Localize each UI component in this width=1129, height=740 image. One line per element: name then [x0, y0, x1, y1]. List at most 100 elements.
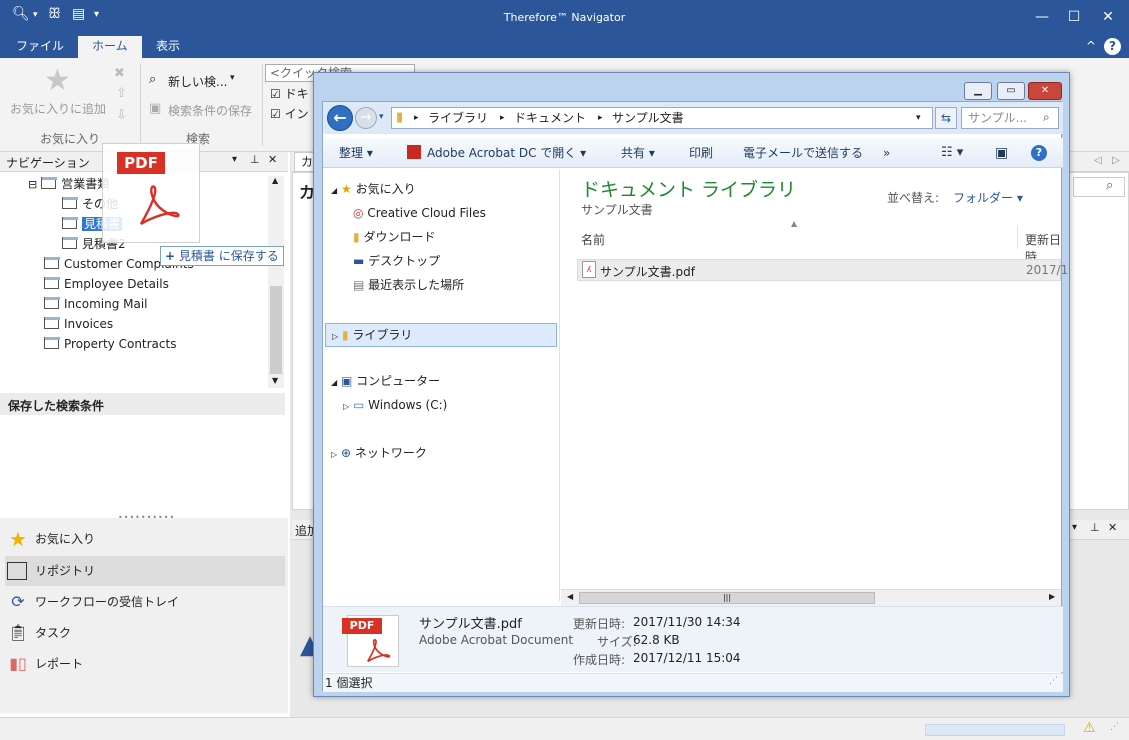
forward-button[interactable]: → — [355, 107, 377, 129]
save-search-button[interactable]: 検索条件の保存 — [168, 102, 252, 119]
close-button[interactable]: ✕ — [1094, 6, 1122, 28]
tree-item-sales-docs[interactable]: ⊟ 営業書類 — [28, 174, 109, 194]
nav-creative-cloud[interactable]: ◎ Creative Cloud Files — [353, 203, 486, 223]
expanded-icon[interactable]: ◢ — [331, 378, 337, 387]
expanded-icon[interactable]: ◢ — [331, 186, 337, 195]
workflow-icon: ⟳ — [11, 592, 25, 611]
collapse-ribbon-icon[interactable]: ^ — [1086, 39, 1096, 53]
chevron-down-icon[interactable]: ▾ — [230, 73, 235, 83]
share-button[interactable]: 共有 ▾ — [621, 138, 655, 168]
folder-icon — [62, 197, 78, 209]
tab-file[interactable]: ファイル — [2, 36, 78, 58]
scroll-right-icon[interactable]: ▶ — [1049, 592, 1055, 601]
nav-favorites[interactable]: ◢ ★ お気に入り — [331, 179, 416, 199]
refresh-button[interactable]: ⇆ — [935, 107, 957, 129]
tree-item-employee-details[interactable]: Employee Details — [44, 274, 169, 294]
add-favorite-button[interactable]: お気に入りに追加 — [10, 100, 106, 117]
search-icon[interactable]: ⌕ — [1043, 110, 1050, 125]
file-row[interactable]: ʎ サンプル文書.pdf 2017/1 — [577, 259, 1068, 281]
chevron-right-icon[interactable]: ▸ — [414, 108, 419, 128]
nav-repository[interactable]: リポジトリ — [5, 556, 285, 586]
pin-icon[interactable]: ⊥ — [1090, 521, 1100, 534]
scroll-thumb[interactable]: ||| — [579, 592, 875, 604]
breadcrumb-documents[interactable]: ドキュメント — [514, 108, 586, 128]
tree-item-invoices[interactable]: Invoices — [44, 314, 113, 334]
help-icon[interactable]: ? — [1031, 145, 1047, 161]
breadcrumb-sample-docs[interactable]: サンプル文書 — [612, 108, 684, 128]
collapsed-icon[interactable]: ▷ — [343, 402, 349, 411]
open-acrobat-button[interactable]: Adobe Acrobat DC で開く ▾ — [407, 138, 586, 168]
chevron-right-icon[interactable]: ▸ — [500, 108, 505, 128]
checkbox-index[interactable]: ☑ イン — [270, 105, 309, 122]
nav-libraries[interactable]: ▷ ▮ ライブラリ — [325, 323, 557, 347]
minimize-button[interactable]: ▁ — [964, 82, 992, 100]
chevron-right-icon[interactable]: ▸ — [598, 108, 603, 128]
horizontal-scrollbar[interactable]: ◀ ||| ▶ — [561, 589, 1061, 606]
recent-pages-icon[interactable]: ▾ — [379, 112, 384, 122]
address-dropdown-icon[interactable]: ▾ — [916, 108, 921, 128]
nav-network[interactable]: ▷ ⊕ ネットワーク — [331, 443, 427, 463]
tree-item-incoming-mail[interactable]: Incoming Mail — [44, 294, 148, 314]
organize-button[interactable]: 整理 ▾ — [339, 138, 373, 168]
nav-computer[interactable]: ◢ ▣ コンピューター — [331, 371, 440, 391]
close-pane-icon[interactable]: ✕ — [1108, 521, 1117, 534]
nav-label: 最近表示した場所 — [368, 278, 465, 292]
tree-item-property-contracts[interactable]: Property Contracts — [44, 334, 176, 354]
breadcrumb-libraries[interactable]: ライブラリ — [428, 108, 488, 128]
nav-recent-places[interactable]: ▤ 最近表示した場所 — [353, 275, 464, 295]
tab-view[interactable]: 表示 — [142, 36, 194, 58]
collapsed-icon[interactable]: ▷ — [332, 332, 338, 341]
nav-downloads[interactable]: ▮ ダウンロード — [353, 227, 435, 247]
scroll-thumb[interactable] — [270, 286, 282, 374]
scroll-down-icon[interactable]: ▼ — [272, 376, 278, 385]
nav-drive-c[interactable]: ▷ ▭ Windows (C:) — [343, 395, 447, 415]
column-name[interactable]: 名前 — [581, 231, 605, 248]
collapsed-icon[interactable]: ▷ — [331, 450, 337, 459]
view-options-icon[interactable]: ☷ ▾ — [941, 138, 963, 168]
resize-grip-icon[interactable]: ⋰ — [1110, 722, 1119, 732]
minimize-button[interactable]: — — [1028, 6, 1056, 28]
close-button[interactable]: ✕ — [1028, 82, 1062, 100]
pane-menu-icon[interactable]: ▾ — [232, 154, 237, 165]
nav-favorites[interactable]: ★ お気に入り — [5, 524, 285, 554]
email-button[interactable]: 電子メールで送信する — [743, 138, 863, 168]
acrobat-icon — [407, 145, 421, 159]
maximize-button[interactable]: ☐ — [1060, 6, 1088, 28]
nav-workflow-inbox[interactable]: ⟳ ワークフローの受信トレイ — [5, 587, 285, 617]
resize-grip-icon[interactable]: ⋰ — [1049, 676, 1058, 686]
view-search-input[interactable]: ⌕ — [1073, 177, 1125, 197]
pane-menu-icon[interactable]: ▾ — [1072, 522, 1077, 533]
scroll-tabs-right-icon[interactable]: ▷ — [1112, 155, 1120, 166]
nav-reports[interactable]: ▮▯ レポート — [5, 649, 285, 679]
new-search-button[interactable]: 新しい検... — [168, 73, 227, 90]
close-pane-icon[interactable]: ✕ — [268, 153, 277, 166]
scroll-left-icon[interactable]: ◀ — [567, 592, 573, 601]
tab-home[interactable]: ホーム — [78, 36, 142, 58]
print-button[interactable]: 印刷 — [689, 138, 713, 168]
help-icon[interactable]: ? — [1104, 38, 1121, 55]
tree-item-label: Incoming Mail — [64, 297, 148, 311]
more-commands-button[interactable]: » — [883, 138, 890, 168]
maximize-button[interactable]: ▭ — [997, 82, 1025, 100]
back-button[interactable]: ← — [327, 105, 353, 131]
collapse-icon[interactable]: ⊟ — [28, 178, 37, 191]
pin-icon[interactable]: ⊥ — [250, 153, 260, 166]
scroll-up-icon[interactable]: ▲ — [272, 176, 278, 185]
address-path[interactable]: ▮ ▸ ライブラリ ▸ ドキュメント ▸ サンプル文書 ▾ — [391, 107, 933, 129]
detail-size-label: サイズ: — [597, 635, 637, 649]
sort-asc-icon: ▲ — [791, 219, 798, 228]
search-icon[interactable]: ⌕ — [1106, 178, 1113, 193]
star-icon: ★ — [340, 182, 352, 196]
preview-pane-icon[interactable]: ▣ — [995, 138, 1008, 168]
column-divider[interactable] — [1017, 225, 1018, 249]
arrange-by-dropdown[interactable]: フォルダー ▾ — [953, 189, 1023, 206]
report-icon: ▮▯ — [9, 654, 27, 673]
nav-label: Windows (C:) — [368, 398, 448, 412]
scroll-tabs-left-icon[interactable]: ◁ — [1094, 155, 1102, 166]
warning-icon[interactable]: ⚠ — [1083, 720, 1096, 736]
tree-scrollbar[interactable]: ▲ ▼ — [268, 176, 284, 388]
nav-tasks[interactable]: 📋︎ タスク — [5, 618, 285, 648]
checkbox-index-label: イン — [284, 107, 309, 121]
checkbox-documents[interactable]: ☑ ドキ — [270, 85, 309, 102]
nav-desktop[interactable]: ▬ デスクトップ — [353, 251, 440, 271]
